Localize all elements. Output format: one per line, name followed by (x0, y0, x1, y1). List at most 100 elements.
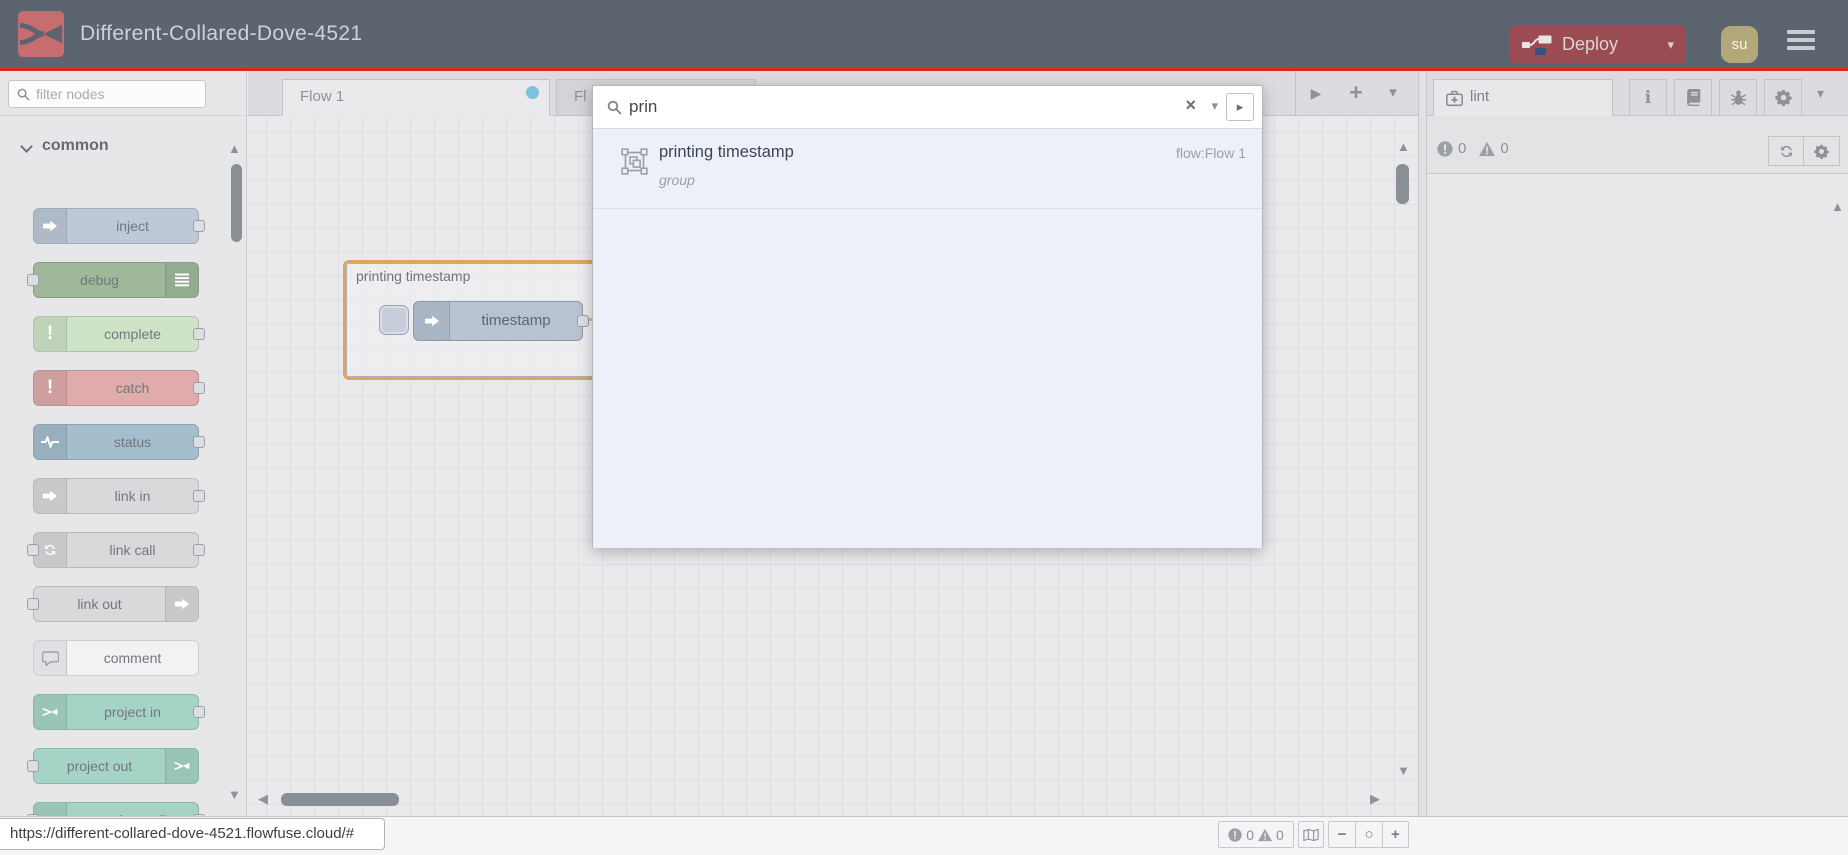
map-icon (1303, 828, 1319, 842)
debug-tab-button[interactable] (1719, 79, 1757, 116)
lint-refresh-button[interactable] (1768, 136, 1804, 166)
open-flow-icon[interactable]: ▶ (1304, 79, 1328, 107)
error-icon (1228, 828, 1242, 842)
canvas-scroll-left-icon[interactable]: ◀ (258, 792, 268, 805)
canvas-scroll-right-icon[interactable]: ▶ (1370, 792, 1380, 805)
search-dialog: × ▾ ▸ printing timestamp group flow:Flow… (592, 85, 1263, 548)
result-title: printing timestamp (659, 143, 794, 161)
search-result-row[interactable]: printing timestamp group flow:Flow 1 (593, 132, 1262, 209)
output-port[interactable] (193, 436, 205, 448)
deploy-options-caret-icon[interactable]: ▾ (1667, 26, 1674, 63)
output-port[interactable] (577, 315, 589, 327)
flowfuse-icon (165, 749, 198, 783)
config-tab-button[interactable] (1764, 79, 1802, 116)
output-port[interactable] (193, 544, 205, 556)
output-port[interactable] (193, 220, 205, 232)
zoom-reset-button[interactable]: ○ (1355, 822, 1381, 847)
palette-scrollbar-thumb[interactable] (231, 164, 242, 242)
palette-node-catch[interactable]: ! catch (33, 370, 205, 406)
right-sidebar: lint i ▾ 0 0 ▲ (1427, 71, 1848, 816)
navigator-toggle-button[interactable] (1298, 821, 1324, 848)
tab-flow-1[interactable]: Flow 1 (282, 79, 550, 116)
help-tab-button[interactable] (1674, 79, 1712, 116)
canvas-vscrollbar-thumb[interactable] (1396, 164, 1409, 204)
link-arrow-icon (165, 587, 198, 621)
input-port[interactable] (27, 598, 39, 610)
search-history-caret-icon[interactable]: ▾ (1211, 98, 1218, 114)
result-flow-ref: flow:Flow 1 (1175, 145, 1246, 161)
palette-node-link-out[interactable]: link out (27, 586, 199, 622)
input-port[interactable] (27, 760, 39, 772)
node-palette: common inject debug ! complete ! catch s… (0, 71, 247, 838)
bug-icon (1730, 89, 1747, 106)
modified-indicator-dot (526, 86, 539, 99)
warning-icon (1479, 141, 1495, 157)
palette-node-debug[interactable]: debug (27, 262, 199, 298)
palette-node-project-out[interactable]: project out (27, 748, 199, 784)
book-icon (1685, 89, 1702, 106)
chevron-down-icon (20, 140, 33, 153)
search-icon (607, 100, 622, 115)
refresh-icon (1779, 144, 1794, 159)
palette-scroll-up-icon[interactable]: ▲ (228, 142, 241, 155)
flow-list-caret-icon[interactable]: ▾ (1382, 79, 1404, 107)
sidebar-tabs-caret-icon[interactable]: ▾ (1817, 85, 1824, 102)
deploy-button[interactable]: Deploy ▾ (1510, 26, 1686, 63)
header-bar: Different-Collared-Dove-4521 Deploy ▾ su (0, 0, 1848, 71)
instance-title: Different-Collared-Dove-4521 (80, 22, 363, 45)
canvas-hscrollbar-thumb[interactable] (281, 793, 399, 806)
lint-actions (1768, 136, 1840, 166)
gear-icon (1814, 144, 1829, 159)
palette-node-comment[interactable]: comment (33, 640, 199, 676)
palette-scroll-down-icon[interactable]: ▼ (228, 788, 241, 801)
inject-trigger-button[interactable] (379, 305, 409, 335)
output-port[interactable] (193, 706, 205, 718)
zoom-in-button[interactable]: + (1381, 822, 1408, 847)
expand-search-button[interactable]: ▸ (1226, 93, 1254, 121)
output-port[interactable] (193, 490, 205, 502)
palette-node-link-call[interactable]: link call (27, 532, 205, 568)
output-port[interactable] (193, 382, 205, 394)
zoom-controls: − ○ + (1328, 821, 1409, 848)
lint-settings-button[interactable] (1804, 136, 1840, 166)
main-menu-button[interactable] (1787, 30, 1815, 58)
output-port[interactable] (193, 328, 205, 340)
comment-icon (34, 641, 67, 675)
lint-content-panel: ▲ (1427, 174, 1848, 816)
lint-toolbar: 0 0 (1427, 116, 1848, 174)
palette-node-link-in[interactable]: link in (33, 478, 205, 514)
user-avatar[interactable]: su (1721, 26, 1758, 63)
gear-icon (1775, 89, 1792, 106)
search-input-row: × ▾ ▸ (593, 86, 1262, 129)
result-type: group (659, 172, 695, 188)
palette-node-inject[interactable]: inject (33, 208, 205, 244)
palette-node-project-in[interactable]: project in (33, 694, 205, 730)
sidebar-scroll-up-icon[interactable]: ▲ (1831, 200, 1844, 213)
node-timestamp[interactable]: timestamp (413, 301, 589, 341)
workspace-issue-counts[interactable]: 0 0 (1218, 821, 1294, 848)
clear-search-icon[interactable]: × (1185, 95, 1196, 116)
input-port[interactable] (27, 544, 39, 556)
input-port[interactable] (27, 274, 39, 286)
palette-filter[interactable] (8, 80, 206, 108)
warning-icon (1258, 828, 1272, 842)
inject-arrow-icon (414, 302, 450, 340)
palette-category-common[interactable]: common (0, 133, 246, 163)
error-count: 0 (1246, 826, 1254, 843)
canvas-scroll-up-icon[interactable]: ▲ (1397, 140, 1410, 153)
tab-lint[interactable]: lint (1433, 79, 1613, 116)
deploy-icon (1522, 34, 1552, 56)
palette-node-status[interactable]: status (33, 424, 205, 460)
filter-nodes-input[interactable] (36, 86, 196, 102)
canvas-scroll-down-icon[interactable]: ▼ (1397, 764, 1410, 777)
add-flow-button[interactable]: + (1342, 79, 1370, 107)
palette-node-complete[interactable]: ! complete (33, 316, 205, 352)
zoom-out-button[interactable]: − (1329, 822, 1355, 847)
sidebar-splitter[interactable] (1418, 71, 1427, 816)
group-label: printing timestamp (356, 268, 471, 284)
info-icon: i (1644, 87, 1652, 108)
lint-warning-count: 0 (1500, 140, 1509, 157)
info-tab-button[interactable]: i (1629, 79, 1667, 116)
flowfuse-logo-icon[interactable] (18, 11, 64, 57)
search-input[interactable] (629, 91, 1189, 123)
